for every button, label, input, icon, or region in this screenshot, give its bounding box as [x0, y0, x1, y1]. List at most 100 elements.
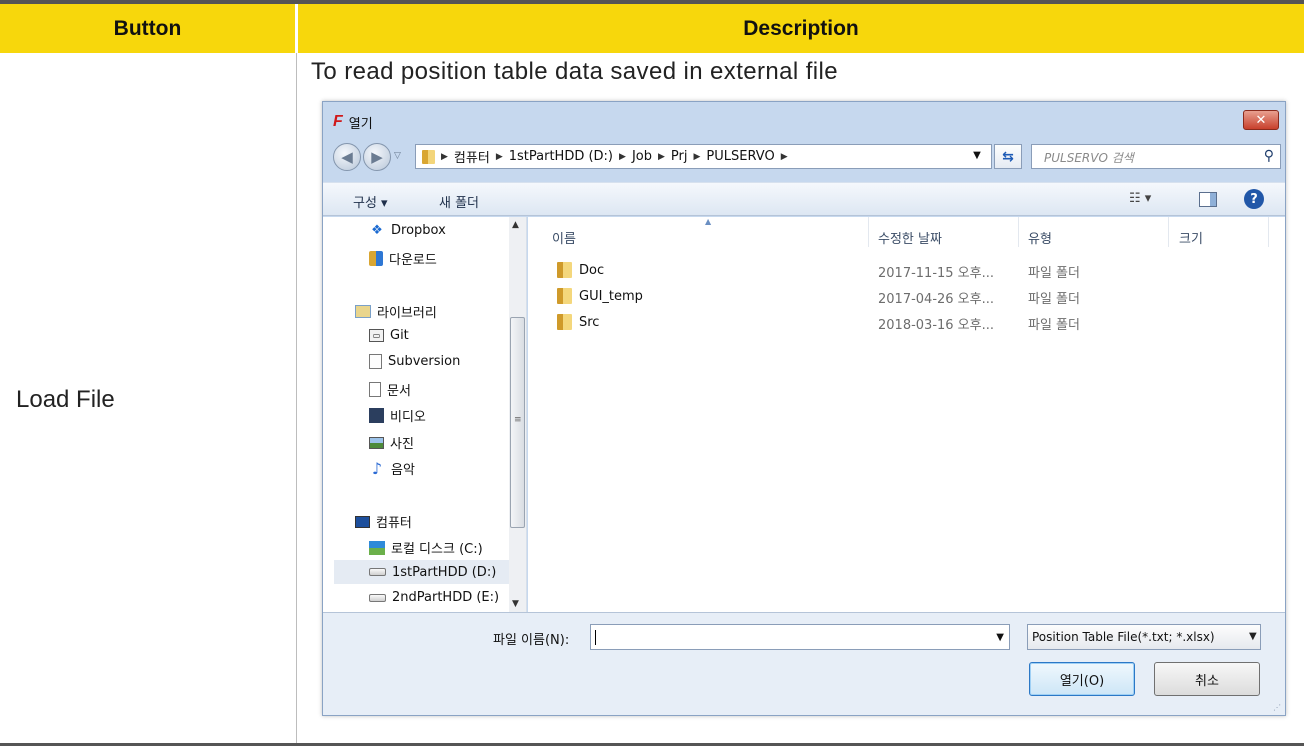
nav-item-label: 라이브러리 — [377, 306, 437, 321]
local-disk-icon — [369, 540, 385, 555]
filename-label: 파일 이름(N): — [493, 633, 570, 648]
breadcrumb-item[interactable]: 컴퓨터 — [454, 147, 490, 166]
nav-item-label: Git — [390, 328, 409, 343]
file-row[interactable]: Doc 2017-11-15 오후... 파일 폴더 — [528, 258, 1285, 284]
file-row[interactable]: GUI_temp 2017-04-26 오후... 파일 폴더 — [528, 284, 1285, 310]
column-divider — [1268, 217, 1269, 247]
breadcrumb-item[interactable]: PULSERVO — [706, 149, 774, 164]
nav-item-label: Subversion — [388, 354, 461, 369]
search-input[interactable]: PULSERVO 검색 ⚲ — [1031, 144, 1281, 169]
nav-item-music[interactable]: ♪ 음악 — [369, 459, 415, 479]
chevron-right-icon[interactable]: ▶ — [619, 152, 626, 162]
chevron-right-icon[interactable]: ▶ — [658, 152, 665, 162]
open-file-dialog: F 열기 ✕ ◀ ▶ ▽ ▶ 컴퓨터 ▶ 1stPartHDD (D:) ▶ J… — [322, 101, 1286, 716]
file-name: Doc — [579, 262, 605, 278]
git-icon: ▭ — [369, 329, 384, 342]
nav-item-videos[interactable]: 비디오 — [369, 406, 426, 425]
open-button[interactable]: 열기(O) — [1029, 662, 1135, 696]
nav-item-pictures[interactable]: 사진 — [369, 433, 414, 452]
nav-item-2ndparthdd[interactable]: 2ndPartHDD (E:) — [369, 590, 499, 605]
dialog-footer: 파일 이름(N): ▼ Position Table File(*.txt; *… — [323, 612, 1285, 715]
column-header-date[interactable]: 수정한 날짜 — [878, 228, 942, 247]
nav-item-local-disk-c[interactable]: 로컬 디스크 (C:) — [369, 538, 483, 557]
nav-item-subversion[interactable]: Subversion — [369, 354, 460, 369]
help-icon[interactable]: ? — [1244, 189, 1264, 209]
nav-item-label: 사진 — [390, 437, 414, 452]
preview-pane-icon[interactable] — [1199, 192, 1217, 207]
chevron-right-icon[interactable]: ▶ — [781, 152, 788, 162]
pictures-icon — [369, 436, 384, 449]
organize-menu-button[interactable]: 구성 ▾ — [353, 192, 388, 211]
resize-grip-icon[interactable]: ⋰ — [1273, 703, 1281, 712]
recent-locations-dropdown[interactable]: ▽ — [394, 151, 401, 161]
column-divider — [296, 53, 297, 743]
nav-item-dropbox[interactable]: ❖ Dropbox — [369, 223, 446, 238]
address-bar[interactable]: ▶ 컴퓨터 ▶ 1stPartHDD (D:) ▶ Job ▶ Prj ▶ PU… — [415, 144, 992, 169]
forward-arrow-icon: ▶ — [371, 148, 383, 166]
nav-item-libraries[interactable]: 라이브러리 — [355, 302, 437, 321]
nav-item-label: 2ndPartHDD (E:) — [392, 590, 500, 605]
new-folder-button[interactable]: 새 폴더 — [439, 192, 479, 211]
file-list: ▲ 이름 수정한 날짜 유형 크기 Doc 2017-11-15 오후... 파… — [528, 217, 1285, 612]
subversion-icon — [369, 354, 382, 369]
header-button-column: Button — [0, 4, 295, 53]
header-description-column: Description — [298, 4, 1304, 53]
file-type: 파일 폴더 — [1028, 266, 1080, 281]
close-button[interactable]: ✕ — [1243, 110, 1279, 130]
file-date: 2017-04-26 오후... — [878, 292, 994, 307]
chevron-down-icon[interactable]: ▼ — [996, 632, 1004, 643]
file-date: 2018-03-16 오후... — [878, 318, 994, 333]
scroll-up-icon[interactable]: ▲ — [512, 220, 519, 230]
dialog-title: 열기 — [348, 116, 373, 132]
file-date: 2017-11-15 오후... — [878, 266, 994, 281]
table-bottom-border — [0, 743, 1304, 746]
cancel-button[interactable]: 취소 — [1154, 662, 1260, 696]
downloads-folder-icon — [369, 251, 383, 266]
search-placeholder: PULSERVO 검색 — [1044, 151, 1134, 165]
file-type: 파일 폴더 — [1028, 292, 1080, 307]
nav-item-1stparthdd[interactable]: 1stPartHDD (D:) — [334, 560, 513, 584]
chevron-right-icon[interactable]: ▶ — [441, 152, 448, 162]
file-row[interactable]: Src 2018-03-16 오후... 파일 폴더 — [528, 310, 1285, 336]
chevron-right-icon[interactable]: ▶ — [693, 152, 700, 162]
search-icon[interactable]: ⚲ — [1264, 148, 1274, 164]
folder-icon — [557, 288, 572, 304]
view-options-button[interactable]: ☷ ▾ — [1129, 191, 1151, 206]
library-icon — [355, 305, 371, 318]
navigation-scrollbar[interactable]: ▲ ≡ ▼ — [509, 217, 526, 612]
chevron-right-icon[interactable]: ▶ — [496, 152, 503, 162]
column-divider — [1168, 217, 1169, 247]
video-icon — [369, 408, 384, 423]
breadcrumb-item[interactable]: Job — [632, 149, 652, 164]
music-icon: ♪ — [371, 459, 383, 478]
nav-item-label: Dropbox — [391, 223, 446, 238]
scrollbar-thumb[interactable]: ≡ — [510, 317, 525, 528]
address-dropdown-button[interactable]: ▼ — [967, 145, 987, 166]
nav-item-label: 컴퓨터 — [376, 516, 412, 531]
filename-input[interactable]: ▼ — [590, 624, 1010, 650]
file-type-value: Position Table File(*.txt; *.xlsx) — [1032, 630, 1215, 644]
refresh-button[interactable]: ⇆ — [994, 144, 1022, 169]
dropbox-icon: ❖ — [371, 223, 383, 238]
command-toolbar: 구성 ▾ 새 폴더 ☷ ▾ ? — [323, 182, 1285, 216]
file-name: GUI_temp — [579, 288, 643, 304]
navigation-pane: ❖ Dropbox 다운로드 라이브러리 ▭ Git Subversion 문서… — [323, 217, 527, 612]
nav-item-documents[interactable]: 문서 — [369, 380, 411, 399]
column-header-type[interactable]: 유형 — [1028, 228, 1052, 247]
back-button[interactable]: ◀ — [333, 143, 361, 171]
drive-icon — [369, 568, 386, 576]
nav-item-git[interactable]: ▭ Git — [369, 328, 409, 343]
nav-item-label: 문서 — [387, 384, 411, 399]
scroll-down-icon[interactable]: ▼ — [512, 599, 519, 609]
file-type: 파일 폴더 — [1028, 318, 1080, 333]
breadcrumb-item[interactable]: Prj — [671, 149, 688, 164]
forward-button[interactable]: ▶ — [363, 143, 391, 171]
breadcrumb-item[interactable]: 1stPartHDD (D:) — [509, 149, 613, 164]
nav-item-computer[interactable]: 컴퓨터 — [355, 512, 412, 531]
column-header-name[interactable]: 이름 — [552, 228, 576, 247]
column-header-size[interactable]: 크기 — [1179, 228, 1203, 247]
file-type-select[interactable]: Position Table File(*.txt; *.xlsx) — [1027, 624, 1261, 650]
chevron-down-icon[interactable]: ▼ — [1249, 631, 1280, 642]
nav-item-downloads[interactable]: 다운로드 — [369, 249, 437, 268]
nav-item-label: 비디오 — [390, 410, 426, 425]
